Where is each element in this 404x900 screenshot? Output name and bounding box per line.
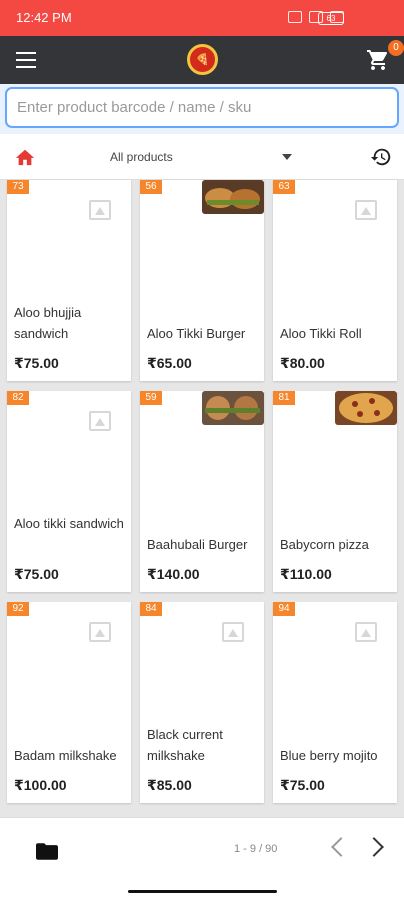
history-icon[interactable]: [370, 146, 392, 173]
product-id-badge: 59: [140, 391, 162, 405]
product-search-input[interactable]: [7, 89, 397, 126]
pizza-photo: [335, 391, 397, 425]
page-indicator: 1 - 9 / 90: [234, 843, 278, 855]
battery-icon: 63: [318, 12, 344, 25]
product-card[interactable]: 63 Aloo Tikki Roll ₹80.00: [273, 180, 397, 381]
product-name: Aloo Tikki Roll: [280, 326, 362, 341]
system-home-indicator: [128, 890, 277, 893]
product-price: ₹75.00: [14, 355, 59, 371]
product-card[interactable]: 56 Aloo Tikki Burger ₹65.00: [140, 180, 264, 381]
image-placeholder-icon: [89, 200, 111, 220]
product-name: Aloo Tikki Burger: [147, 326, 246, 341]
image-placeholder-icon: [355, 622, 377, 642]
notification-icon: [288, 11, 302, 23]
product-id-badge: 92: [7, 602, 29, 616]
product-id-badge: 84: [140, 602, 162, 616]
image-placeholder-icon: [222, 622, 244, 642]
product-name: Badam milkshake: [14, 748, 117, 763]
product-id-badge: 94: [273, 602, 295, 616]
product-name: Black current milkshake: [147, 727, 223, 763]
burger-photo: [202, 391, 264, 425]
category-select[interactable]: All products: [110, 150, 173, 164]
restaurant-logo: 🍕: [187, 44, 218, 75]
status-bar: 12:42 PM 63: [0, 0, 404, 36]
image-placeholder-icon: [89, 411, 111, 431]
product-id-badge: 73: [7, 180, 29, 194]
search-box: [5, 87, 399, 128]
bottom-pagination-bar: 1 - 9 / 90: [0, 817, 404, 900]
image-placeholder-icon: [355, 200, 377, 220]
chevron-left-icon[interactable]: [331, 837, 351, 857]
product-card[interactable]: 82 Aloo tikki sandwich ₹75.00: [7, 391, 131, 592]
product-card[interactable]: 59 Baahubali Burger ₹140.00: [140, 391, 264, 592]
product-price: ₹75.00: [280, 777, 325, 793]
product-card[interactable]: 84 Black current milkshake ₹85.00: [140, 602, 264, 803]
product-price: ₹75.00: [14, 566, 59, 582]
product-card[interactable]: 92 Badam milkshake ₹100.00: [7, 602, 131, 803]
product-price: ₹140.00: [147, 566, 200, 582]
product-id-badge: 56: [140, 180, 162, 194]
cart-icon[interactable]: [366, 48, 390, 72]
home-icon[interactable]: [14, 147, 36, 172]
folder-icon[interactable]: [36, 843, 58, 860]
product-price: ₹65.00: [147, 355, 192, 371]
product-name: Baahubali Burger: [147, 537, 248, 552]
chevron-right-icon[interactable]: [364, 837, 384, 857]
menu-icon[interactable]: [16, 52, 36, 68]
burger-photo: [202, 180, 264, 214]
product-name: Blue berry mojito: [280, 748, 378, 763]
image-placeholder-icon: [89, 622, 111, 642]
cart-count-badge: 0: [388, 40, 404, 56]
product-name: Babycorn pizza: [280, 537, 369, 552]
product-name: Aloo bhujjia sandwich: [14, 305, 82, 341]
product-id-badge: 81: [273, 391, 295, 405]
status-time: 12:42 PM: [16, 10, 72, 25]
chevron-down-icon[interactable]: [282, 154, 292, 160]
product-id-badge: 63: [273, 180, 295, 194]
product-id-badge: 82: [7, 391, 29, 405]
filter-bar: All products: [0, 134, 404, 180]
product-card[interactable]: 73 Aloo bhujjia sandwich ₹75.00: [7, 180, 131, 381]
search-container: [0, 84, 404, 134]
product-card[interactable]: 81 Babycorn pizza ₹110.00: [273, 391, 397, 592]
product-price: ₹80.00: [280, 355, 325, 371]
top-app-bar: 🍕 0: [0, 36, 404, 84]
product-card[interactable]: 94 Blue berry mojito ₹75.00: [273, 602, 397, 803]
product-price: ₹85.00: [147, 777, 192, 793]
product-name: Aloo tikki sandwich: [14, 516, 124, 531]
product-price: ₹110.00: [280, 566, 332, 582]
product-price: ₹100.00: [14, 777, 67, 793]
